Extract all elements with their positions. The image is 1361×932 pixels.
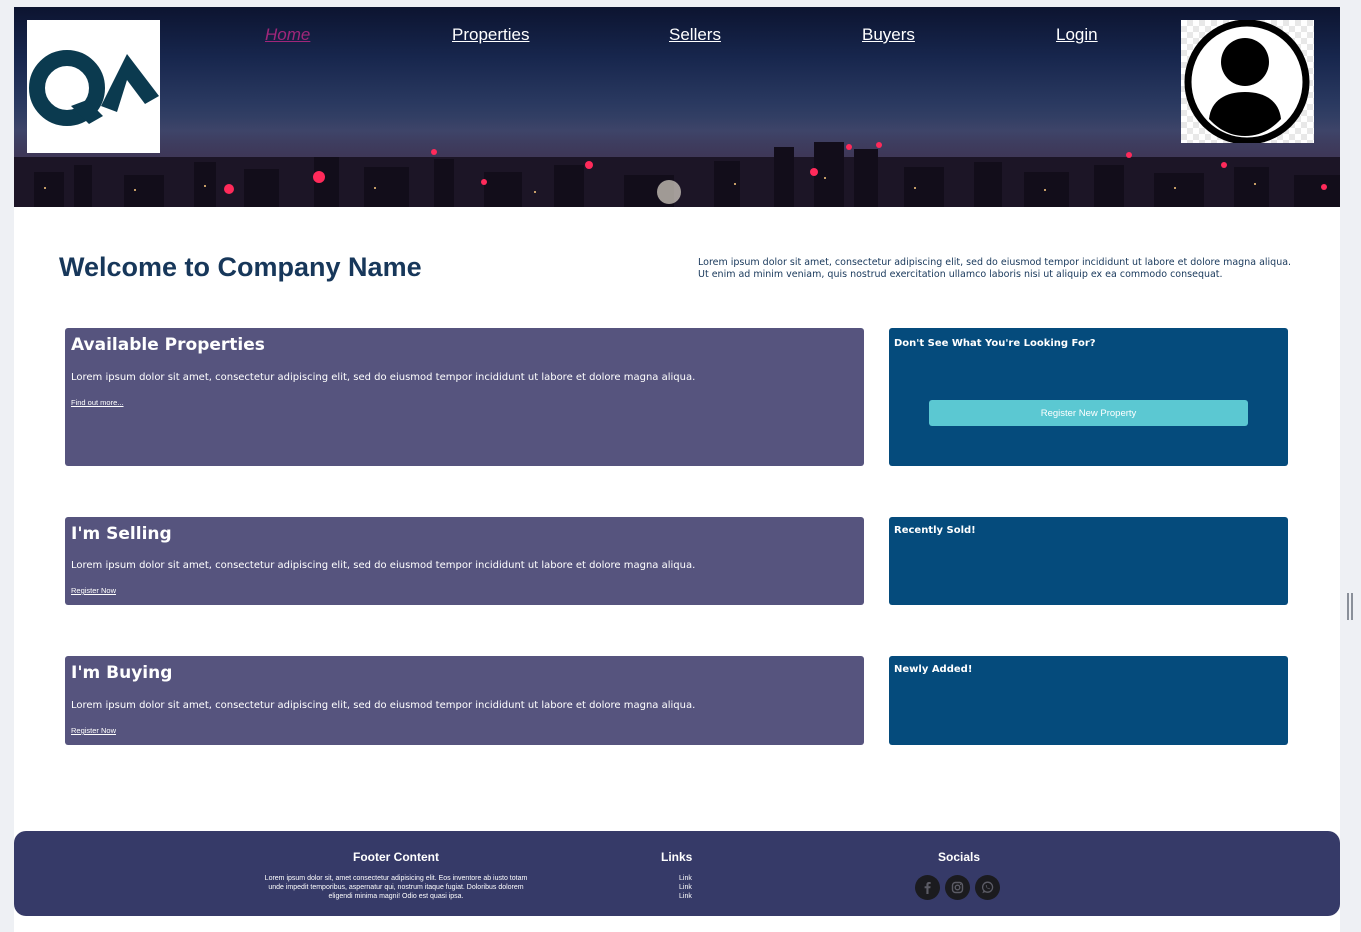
- buying-register-link[interactable]: Register Now: [71, 726, 116, 735]
- resize-grip[interactable]: [1347, 593, 1355, 620]
- instagram-icon: [951, 881, 964, 894]
- footer-content-text: Lorem ipsum dolor sit, amet consectetur …: [264, 875, 528, 900]
- recently-sold-title: Recently Sold!: [894, 525, 976, 536]
- page: Home Properties Sellers Buyers Login Wel…: [14, 7, 1340, 932]
- whatsapp-icon: [981, 881, 994, 894]
- selling-title: I'm Selling: [71, 524, 172, 544]
- footer-link[interactable]: Link: [679, 874, 692, 883]
- qa-logo-icon: [29, 50, 159, 126]
- whatsapp-button[interactable]: [975, 875, 1000, 900]
- user-icon: [1184, 19, 1310, 145]
- available-properties-title: Available Properties: [71, 335, 265, 355]
- selling-card: I'm Selling Lorem ipsum dolor sit amet, …: [65, 517, 864, 605]
- newly-added-card: Newly Added!: [889, 656, 1288, 745]
- buying-card: I'm Buying Lorem ipsum dolor sit amet, c…: [65, 656, 864, 745]
- instagram-button[interactable]: [945, 875, 970, 900]
- user-avatar[interactable]: [1181, 19, 1314, 145]
- looking-for-title: Don't See What You're Looking For?: [894, 338, 1096, 349]
- footer-socials-title: Socials: [938, 850, 981, 864]
- looking-for-card: Don't See What You're Looking For? Regis…: [889, 328, 1288, 466]
- newly-added-title: Newly Added!: [894, 664, 973, 675]
- recently-sold-card: Recently Sold!: [889, 517, 1288, 605]
- city-skyline-image: [14, 142, 1340, 207]
- nav-home[interactable]: Home: [265, 25, 310, 45]
- footer-link[interactable]: Link: [679, 892, 692, 901]
- available-properties-card: Available Properties Lorem ipsum dolor s…: [65, 328, 864, 466]
- find-out-more-link[interactable]: Find out more...: [71, 398, 124, 407]
- available-properties-text: Lorem ipsum dolor sit amet, consectetur …: [71, 372, 696, 383]
- footer-content-title: Footer Content: [353, 850, 439, 864]
- intro-text: Lorem ipsum dolor sit amet, consectetur …: [698, 257, 1292, 280]
- header-banner: Home Properties Sellers Buyers Login: [14, 7, 1340, 207]
- footer-links-list: Link Link Link: [679, 874, 692, 901]
- facebook-icon: [924, 882, 931, 894]
- selling-text: Lorem ipsum dolor sit amet, consectetur …: [71, 560, 696, 571]
- nav-buyers[interactable]: Buyers: [862, 25, 915, 45]
- footer: Footer Content Lorem ipsum dolor sit, am…: [14, 831, 1340, 916]
- qa-logo[interactable]: [27, 20, 160, 153]
- buying-title: I'm Buying: [71, 663, 173, 683]
- footer-links-title: Links: [661, 850, 693, 864]
- page-title: Welcome to Company Name: [59, 252, 422, 282]
- nav-login[interactable]: Login: [1056, 25, 1098, 45]
- footer-link[interactable]: Link: [679, 883, 692, 892]
- grip-line: [1351, 593, 1353, 620]
- register-new-property-button[interactable]: Register New Property: [929, 400, 1248, 426]
- selling-register-link[interactable]: Register Now: [71, 586, 116, 595]
- grip-line: [1347, 593, 1349, 620]
- buying-text: Lorem ipsum dolor sit amet, consectetur …: [71, 700, 696, 711]
- nav-sellers[interactable]: Sellers: [669, 25, 721, 45]
- nav-properties[interactable]: Properties: [452, 25, 529, 45]
- facebook-button[interactable]: [915, 875, 940, 900]
